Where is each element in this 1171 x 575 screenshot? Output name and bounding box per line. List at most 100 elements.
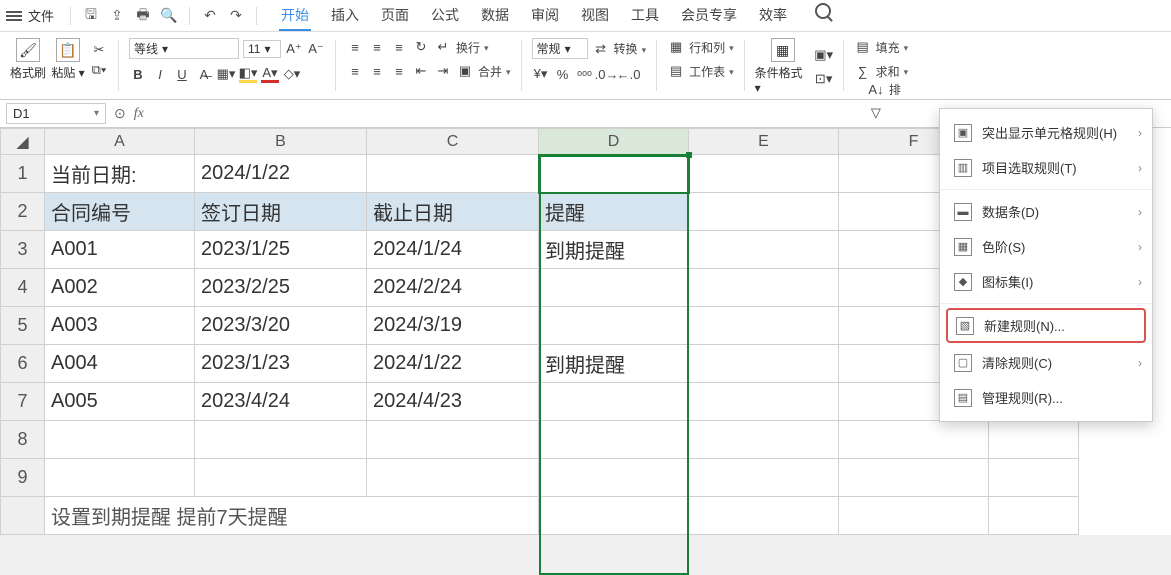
- crop-icon[interactable]: ▣▾: [815, 46, 833, 64]
- cell[interactable]: [367, 459, 539, 497]
- menu-clear-rules[interactable]: ▢ 清除规则(C) ›: [940, 345, 1152, 380]
- redo-icon[interactable]: ↷: [226, 6, 246, 26]
- copy-icon[interactable]: ⧉▾: [90, 61, 108, 79]
- sort-button[interactable]: A↓排: [867, 80, 901, 98]
- cell[interactable]: 合同编号: [45, 193, 195, 231]
- rows-cols-button[interactable]: ▦行和列: [667, 38, 734, 56]
- tab-view[interactable]: 视图: [579, 1, 611, 31]
- menu-manage-rules[interactable]: ▤ 管理规则(R)...: [940, 380, 1152, 415]
- tab-page[interactable]: 页面: [379, 1, 411, 31]
- cell[interactable]: [689, 345, 839, 383]
- cell[interactable]: [689, 193, 839, 231]
- cell[interactable]: 2024/3/19: [367, 307, 539, 345]
- cell[interactable]: 2023/1/25: [195, 231, 367, 269]
- tab-tools[interactable]: 工具: [629, 1, 661, 31]
- name-box[interactable]: D1 ▾: [6, 103, 106, 124]
- tab-review[interactable]: 审阅: [529, 1, 561, 31]
- cell[interactable]: 到期提醒: [539, 345, 689, 383]
- format-painter-button[interactable]: 🖌 格式刷: [10, 38, 46, 81]
- cell[interactable]: [539, 497, 689, 535]
- menu-top-bottom-rules[interactable]: ▥ 项目选取规则(T) ›: [940, 150, 1152, 185]
- cell[interactable]: [195, 421, 367, 459]
- row-header[interactable]: 3: [1, 231, 45, 269]
- cell[interactable]: [689, 383, 839, 421]
- preview-icon[interactable]: 🔍: [159, 6, 179, 26]
- sum-button[interactable]: ∑求和: [854, 62, 909, 80]
- row-header[interactable]: 5: [1, 307, 45, 345]
- indent-inc-icon[interactable]: ⇥: [434, 62, 452, 80]
- cell[interactable]: [989, 421, 1079, 459]
- menu-data-bars[interactable]: ▬ 数据条(D) ›: [940, 194, 1152, 229]
- cell[interactable]: 2024/2/24: [367, 269, 539, 307]
- tab-data[interactable]: 数据: [479, 1, 511, 31]
- cell[interactable]: A001: [45, 231, 195, 269]
- hamburger-icon[interactable]: [6, 11, 22, 21]
- fill-color-icon[interactable]: ◧▾: [239, 65, 257, 83]
- select-all-corner[interactable]: ◢: [1, 129, 45, 155]
- row-header[interactable]: 8: [1, 421, 45, 459]
- currency-icon[interactable]: ¥▾: [532, 65, 550, 83]
- cell[interactable]: 设置到期提醒 提前7天提醒: [45, 497, 539, 535]
- increase-font-icon[interactable]: A⁺: [285, 40, 303, 58]
- align-center-icon[interactable]: ≡: [368, 62, 386, 80]
- cell[interactable]: [689, 497, 839, 535]
- row-header[interactable]: 2: [1, 193, 45, 231]
- fill-button[interactable]: ▤填充: [854, 38, 909, 56]
- menu-highlight-rules[interactable]: ▣ 突出显示单元格规则(H) ›: [940, 115, 1152, 150]
- cell[interactable]: [839, 421, 989, 459]
- decrease-font-icon[interactable]: A⁻: [307, 40, 325, 58]
- cell[interactable]: [539, 421, 689, 459]
- cell[interactable]: 提醒: [539, 193, 689, 231]
- cell[interactable]: 截止日期: [367, 193, 539, 231]
- tab-formula[interactable]: 公式: [429, 1, 461, 31]
- align-bottom-icon[interactable]: ≡: [390, 38, 408, 56]
- cell[interactable]: 2024/4/23: [367, 383, 539, 421]
- cell[interactable]: [689, 421, 839, 459]
- cell[interactable]: 2023/4/24: [195, 383, 367, 421]
- row-header[interactable]: 6: [1, 345, 45, 383]
- font-size-select[interactable]: 11▾: [243, 40, 281, 58]
- cell[interactable]: 2023/2/25: [195, 269, 367, 307]
- number-format-select[interactable]: 常规▾: [532, 38, 588, 59]
- cell[interactable]: [539, 269, 689, 307]
- cell[interactable]: [839, 459, 989, 497]
- merge-button[interactable]: ▣合并: [456, 62, 511, 80]
- row-header[interactable]: 1: [1, 155, 45, 193]
- cell[interactable]: 2023/1/23: [195, 345, 367, 383]
- dec-dec-icon[interactable]: ←.0: [620, 65, 638, 83]
- cell[interactable]: A003: [45, 307, 195, 345]
- search-icon[interactable]: [815, 3, 831, 19]
- col-header-A[interactable]: A: [45, 129, 195, 155]
- cell[interactable]: A004: [45, 345, 195, 383]
- cell[interactable]: [689, 231, 839, 269]
- cut-icon[interactable]: ✂: [90, 41, 108, 59]
- cell[interactable]: 签订日期: [195, 193, 367, 231]
- row-header[interactable]: 7: [1, 383, 45, 421]
- cell[interactable]: [539, 459, 689, 497]
- tab-start[interactable]: 开始: [279, 1, 311, 31]
- wrap-text-button[interactable]: ↵换行: [434, 38, 489, 56]
- tab-efficiency[interactable]: 效率: [757, 1, 789, 31]
- fx-icon[interactable]: fx: [134, 106, 144, 122]
- cell[interactable]: [539, 383, 689, 421]
- filter-button[interactable]: ▽: [867, 104, 901, 122]
- cell[interactable]: [839, 497, 989, 535]
- cell[interactable]: 当前日期:: [45, 155, 195, 193]
- cell[interactable]: [989, 497, 1079, 535]
- col-header-B[interactable]: B: [195, 129, 367, 155]
- font-name-select[interactable]: 等线▾: [129, 38, 239, 59]
- cell[interactable]: A002: [45, 269, 195, 307]
- row-header[interactable]: [1, 497, 45, 535]
- conditional-format-button[interactable]: ▦ 条件格式 ▾: [755, 38, 811, 95]
- col-header-E[interactable]: E: [689, 129, 839, 155]
- indent-dec-icon[interactable]: ⇤: [412, 62, 430, 80]
- cell[interactable]: [989, 459, 1079, 497]
- row-header[interactable]: 4: [1, 269, 45, 307]
- underline-icon[interactable]: U: [173, 65, 191, 83]
- cell[interactable]: [45, 421, 195, 459]
- menu-icon-sets[interactable]: ◆ 图标集(I) ›: [940, 264, 1152, 299]
- menu-color-scales[interactable]: ▦ 色阶(S) ›: [940, 229, 1152, 264]
- menu-new-rule[interactable]: ▧ 新建规则(N)...: [946, 308, 1146, 343]
- cancel-icon[interactable]: ⊙: [114, 105, 126, 122]
- cell[interactable]: [367, 421, 539, 459]
